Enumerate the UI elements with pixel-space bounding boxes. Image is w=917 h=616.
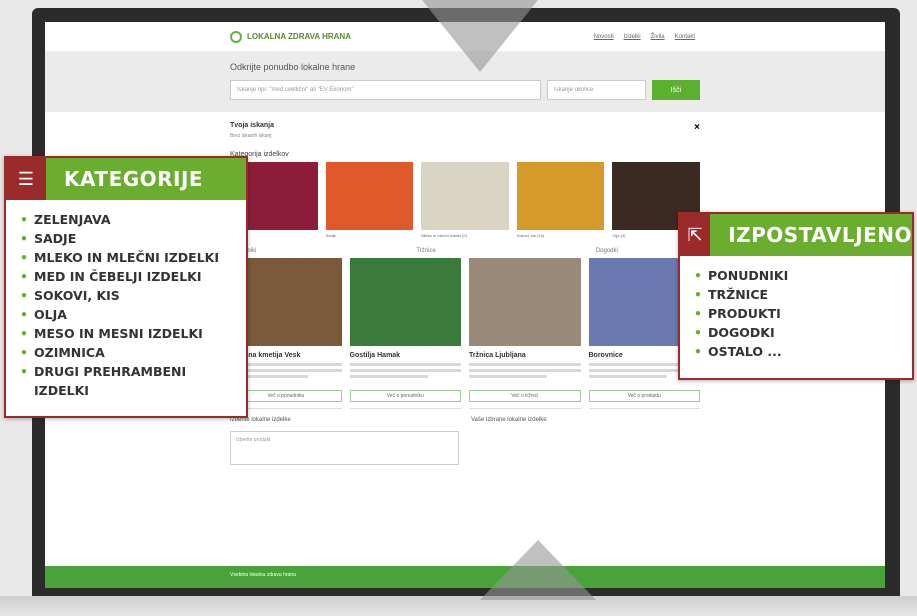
list-item: SADJE (20, 229, 232, 248)
product-select[interactable]: Izberite produkt (230, 431, 459, 465)
category-image (421, 162, 509, 230)
nav-link[interactable]: Izdelki (624, 34, 641, 40)
list-item: PRODUKTI (694, 304, 898, 323)
category-callout-list: ZELENJAVA SADJE MLEKO IN MLEČNI IZDELKI … (6, 200, 246, 410)
external-link-icon: ⇱ (680, 214, 711, 256)
categories-callout: ☰ KATEGORIJE ZELENJAVA SADJE MLEKO IN ML… (4, 156, 248, 418)
list-item: OSTALO ... (694, 342, 898, 361)
featured-callout: ⇱ IZPOSTAVLJENO PONUDNIKI TRŽNICE PRODUK… (678, 212, 914, 380)
filter-subtitle: Brez iskanih iskanj (230, 133, 272, 139)
bottom-left-title: Izberite lokalne izdelke (230, 417, 291, 423)
list-icon: ☰ (6, 158, 46, 200)
pointer-top (422, 0, 538, 72)
bottom-row: Izberite lokalne izdelke Izberite produk… (230, 417, 700, 465)
category-caption: Mleko in mlečni izdelki (2) (421, 233, 467, 238)
featured-list: Lokalna kmetija Vesk Več o ponudniku Gos… (230, 258, 700, 409)
nav-links: Novosti Izdelki Živila Kontakt (594, 34, 695, 40)
list-item: ZELENJAVA (20, 210, 232, 229)
search-button[interactable]: Išči (651, 80, 700, 100)
list-item: OLJA (20, 305, 232, 324)
list-item: MLEKO IN MLEČNI IZDELKI (20, 248, 232, 267)
pointer-bottom (480, 540, 596, 600)
featured-heading: Tržnice (416, 248, 436, 254)
category-image (516, 162, 605, 230)
featured-card[interactable]: Gostilja Hamak Več o ponudniku (349, 258, 461, 409)
location-input[interactable]: Iskanje okolice (546, 80, 646, 100)
close-icon[interactable]: × (694, 122, 700, 133)
featured-callout-list: PONUDNIKI TRŽNICE PRODUKTI DOGODKI OSTAL… (680, 256, 912, 371)
category-image (325, 162, 414, 230)
nav-link[interactable]: Živila (651, 34, 665, 40)
category-card[interactable]: Mleko in mlečni izdelki (2) (421, 162, 509, 238)
logo-icon (230, 30, 242, 43)
nav-link[interactable]: Kontakt (675, 34, 695, 40)
category-caption: Sadje (325, 233, 336, 238)
featured-title: Tržnica Ljubljana (469, 352, 526, 359)
list-item: DRUGI PREHRAMBENI IZDELKI (20, 362, 232, 400)
featured-card[interactable]: Tržnica Ljubljana Več o tržnici (469, 258, 581, 409)
featured-more-button[interactable]: Več o tržnici (469, 390, 581, 402)
filter-title: Tvoja iskanja (230, 122, 274, 129)
list-item: MED IN ČEBELJI IZDELKI (20, 267, 232, 286)
filter-box: Tvoja iskanja Brez iskanih iskanj × (230, 122, 700, 139)
featured-image (349, 258, 461, 346)
featured-more-button[interactable]: Več o ponudniku (349, 390, 461, 402)
category-card[interactable]: Sadje (325, 162, 414, 238)
category-list: Zelenjava Sadje Mleko in mlečni izdelki … (230, 162, 700, 238)
search-input[interactable]: Iskanje npr. "med cvetlični" ali "EV Eko… (230, 80, 541, 100)
callout-title: KATEGORIJE (46, 158, 246, 200)
callout-title: IZPOSTAVLJENO (710, 214, 912, 256)
featured-more-button[interactable]: Več o produktu (588, 390, 700, 402)
list-item: MESO IN MESNI IZDELKI (20, 324, 232, 343)
list-item: SOKOVI, KIS (20, 286, 232, 305)
category-caption: Sokovi, kis (16) (516, 233, 545, 238)
category-card[interactable]: Sokovi, kis (16) (516, 162, 605, 238)
nav-link[interactable]: Novosti (594, 34, 614, 40)
list-item: TRŽNICE (694, 285, 898, 304)
list-item: DOGODKI (694, 323, 898, 342)
featured-title: Gostilja Hamak (349, 352, 401, 359)
bottom-right-title: Vaše izbrane lokalne izdelke (471, 417, 547, 423)
list-item: PONUDNIKI (694, 266, 898, 285)
monitor-stand (0, 596, 917, 616)
featured-heading: Dogodki (595, 248, 618, 254)
categories-title: Kategorija izdelkov (230, 151, 289, 158)
footer-bar: Vsebina lokalna zdrava hrana (45, 566, 885, 588)
list-item: OZIMNICA (20, 343, 232, 362)
site-logo[interactable]: LOKALNA ZDRAVA HRANA (230, 30, 351, 43)
featured-headings: Ponudniki Tržnice Dogodki (230, 248, 700, 254)
featured-image (469, 258, 581, 346)
logo-text: LOKALNA ZDRAVA HRANA (247, 32, 351, 41)
